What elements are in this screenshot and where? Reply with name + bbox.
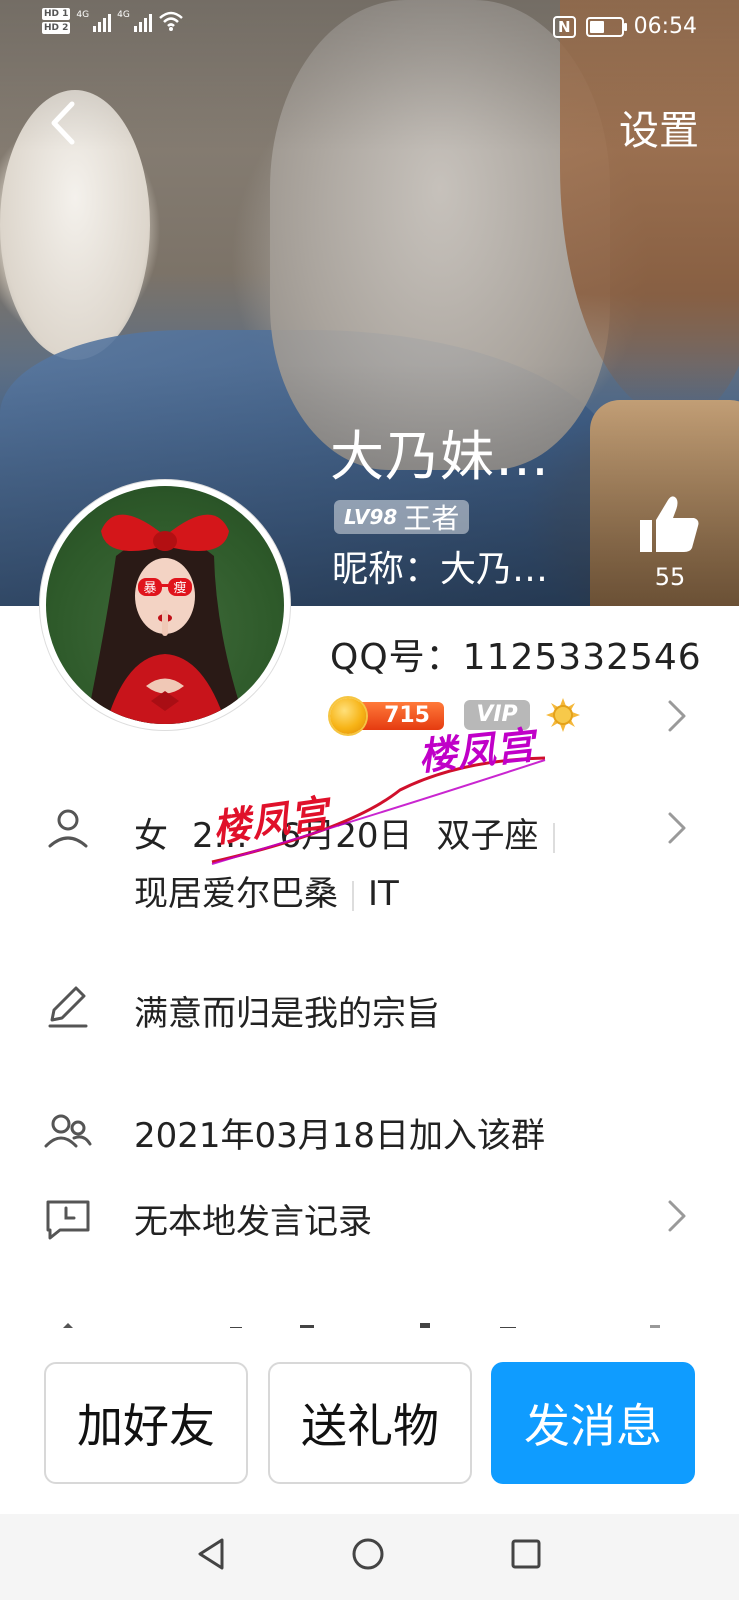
divider [352, 880, 354, 911]
back-arrow-icon[interactable] [40, 98, 90, 148]
qq-number: QQ号：1125332546 [330, 637, 702, 678]
location: 现居爱尔巴桑 [134, 874, 338, 914]
like-count: 55 [654, 563, 686, 591]
gender: 女 [134, 816, 168, 856]
chevron-right-icon[interactable] [664, 698, 688, 734]
nfc-icon: N [553, 15, 576, 38]
wifi-icon [158, 11, 183, 31]
clipped-row-glyphs [63, 1323, 660, 1328]
signal1-icon: 4G [76, 10, 112, 32]
pencil-icon [48, 986, 88, 1028]
avatar-illustration: 暴 瘦 [86, 514, 246, 724]
level-code: LV98 [344, 505, 398, 529]
thumbs-up-icon[interactable] [636, 494, 702, 554]
send-message-button[interactable]: 发消息 [491, 1362, 695, 1484]
clipped-row [0, 1316, 739, 1328]
status-bar: HD 1 HD 2 4G 4G N 06:54 [0, 0, 739, 56]
battery-icon [585, 16, 627, 37]
signal2-icon: 4G [117, 10, 152, 32]
chat-clock-icon [46, 1200, 90, 1240]
occupation: IT [368, 874, 399, 914]
send-gift-button[interactable]: 送礼物 [268, 1362, 472, 1484]
signature[interactable]: 满意而归是我的宗旨 [134, 986, 440, 1035]
sim2-label: HD 2 [42, 22, 71, 34]
nav-recent-icon[interactable] [508, 1536, 544, 1572]
avatar-badge-text-2: 瘦 [173, 580, 186, 596]
settings-button[interactable]: 设置 [619, 98, 699, 156]
add-friend-button[interactable]: 加好友 [44, 1362, 248, 1484]
sim1-label: HD 1 [42, 8, 71, 20]
nav-back-icon[interactable] [194, 1536, 230, 1572]
avatar[interactable]: 暴 瘦 [40, 480, 290, 730]
joined-date: 2021年03月18日加入该群 [134, 1116, 546, 1156]
display-name: 大乃妹… [330, 425, 550, 488]
clock: 06:54 [633, 14, 697, 39]
level-rank: 王者 [403, 502, 460, 535]
nav-home-icon[interactable] [350, 1536, 386, 1572]
speech-record[interactable]: 无本地发言记录 [134, 1194, 372, 1243]
nickname-line: 昵称：大乃… [332, 549, 549, 590]
avatar-badge-text-1: 暴 [143, 581, 156, 596]
level-badge[interactable]: LV98 王者 [334, 500, 470, 535]
system-nav-bar [0, 1514, 739, 1600]
location-occupation: 现居爱尔巴桑 IT [134, 866, 399, 915]
chevron-right-icon[interactable] [664, 810, 688, 846]
chevron-right-icon[interactable] [664, 1198, 688, 1234]
person-icon [48, 809, 88, 848]
group-icon [44, 1114, 92, 1148]
